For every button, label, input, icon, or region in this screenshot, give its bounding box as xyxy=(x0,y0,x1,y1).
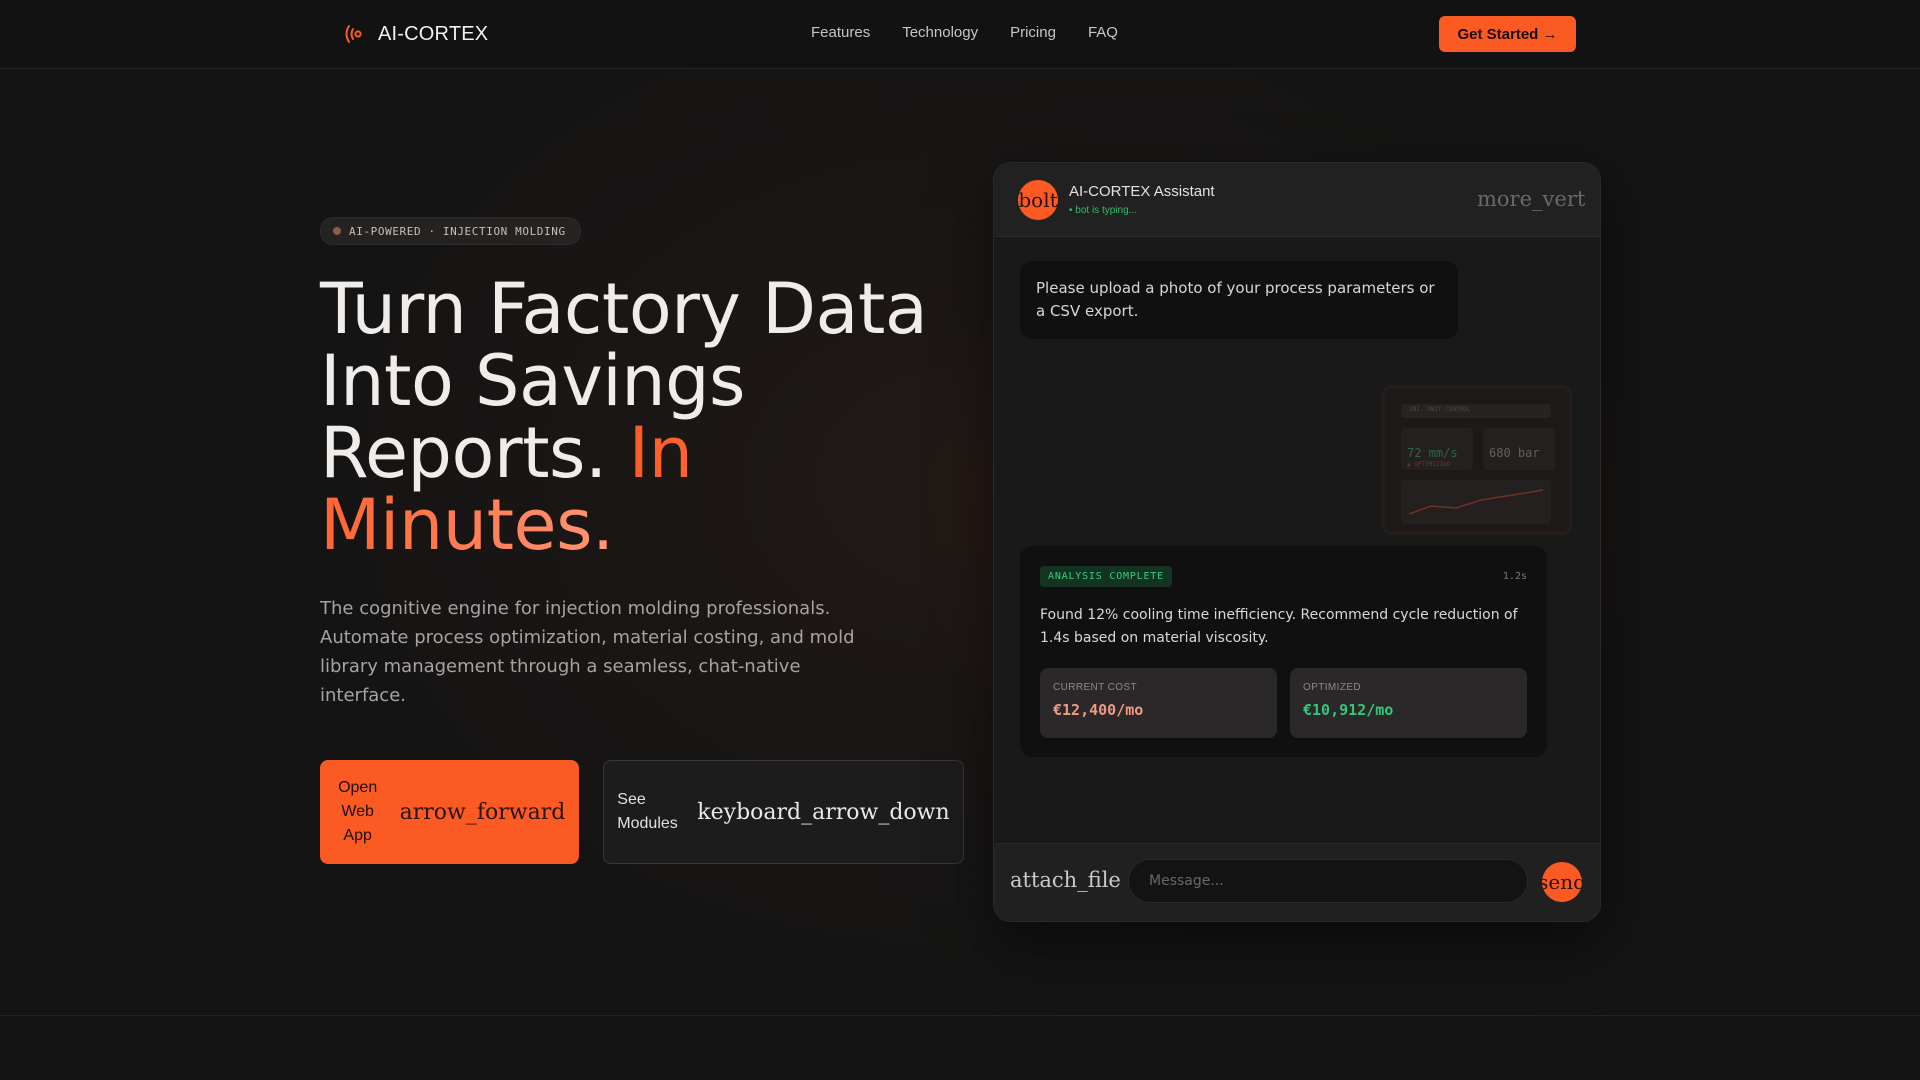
see-modules-label: See Modules xyxy=(617,791,678,832)
typing-status: • bot is typing... xyxy=(1069,205,1137,216)
brand-logo[interactable]: AI-CORTEX xyxy=(342,22,488,46)
get-started-button[interactable]: Get Started → xyxy=(1439,16,1576,52)
badge-text: AI-POWERED · INJECTION MOLDING xyxy=(349,224,566,238)
bot-message: Please upload a photo of your process pa… xyxy=(1020,261,1458,339)
optimized-cost-value: €10,912/mo xyxy=(1303,701,1394,719)
see-modules-button[interactable]: See Modules keyboard_arrow_down xyxy=(603,760,964,864)
thumb-chart-line-icon xyxy=(1408,489,1544,515)
section-divider xyxy=(0,1015,1920,1016)
current-cost-card: CURRENT COST €12,400/mo xyxy=(1040,668,1277,738)
chat-preview-card: bolt AI-CORTEX Assistant • bot is typing… xyxy=(993,162,1601,922)
broadcast-signal-icon xyxy=(345,25,362,43)
nav-link-faq[interactable]: FAQ xyxy=(1088,24,1118,41)
thumb-pressure-value: 680 bar xyxy=(1489,446,1540,460)
bolt-icon: bolt xyxy=(1018,180,1058,220)
hero-title: Turn Factory Data Into Savings Reports. … xyxy=(320,273,980,561)
attach-file-icon[interactable]: attach_file xyxy=(1010,868,1121,892)
thumb-speed-status: ▲ OPTIMIZING xyxy=(1407,461,1451,468)
thumb-header-text: INJ. UNIT CONTROL xyxy=(1409,406,1471,413)
message-input[interactable] xyxy=(1128,859,1528,903)
optimized-cost-card: OPTIMIZED €10,912/mo xyxy=(1290,668,1527,738)
thumb-line-chart xyxy=(1401,480,1551,524)
send-button[interactable]: send xyxy=(1542,862,1582,902)
thumb-speed-value: 72 mm/s xyxy=(1407,446,1458,460)
top-navbar: AI-CORTEX Features Technology Pricing FA… xyxy=(0,0,1920,69)
badge-dot-icon xyxy=(333,227,341,235)
open-web-app-button[interactable]: Open Web App arrow_forward xyxy=(320,760,579,864)
analysis-status-badge: ANALYSIS COMPLETE xyxy=(1040,566,1172,587)
nav-link-technology[interactable]: Technology xyxy=(902,24,978,41)
arrow-forward-icon: arrow_forward xyxy=(399,799,566,825)
nav-links: Features Technology Pricing FAQ xyxy=(811,24,1118,41)
nav-link-pricing[interactable]: Pricing xyxy=(1010,24,1056,41)
hero-badge: AI-POWERED · INJECTION MOLDING xyxy=(320,217,581,245)
brand-name: AI-CORTEX xyxy=(378,22,489,45)
uploaded-image-thumbnail[interactable]: INJ. UNIT CONTROL 72 mm/s ▲ OPTIMIZING 6… xyxy=(1382,385,1572,535)
keyboard-arrow-down-icon: keyboard_arrow_down xyxy=(697,799,950,825)
analysis-result-card: ANALYSIS COMPLETE 1.2s Found 12% cooling… xyxy=(1020,546,1547,757)
hero-title-main: Turn Factory Data Into Savings Reports. xyxy=(320,268,928,494)
analysis-finding: Found 12% cooling time inefficiency. Rec… xyxy=(1040,607,1518,646)
optimized-cost-label: OPTIMIZED xyxy=(1303,682,1362,693)
chat-header: bolt AI-CORTEX Assistant • bot is typing… xyxy=(994,163,1600,237)
current-cost-label: CURRENT COST xyxy=(1053,682,1138,693)
assistant-name: AI-CORTEX Assistant xyxy=(1069,183,1215,200)
nav-link-features[interactable]: Features xyxy=(811,24,870,41)
more-vert-icon[interactable]: more_vert xyxy=(1477,187,1585,211)
hero-subtitle: The cognitive engine for injection moldi… xyxy=(320,598,855,706)
current-cost-value: €12,400/mo xyxy=(1053,701,1144,719)
analysis-duration: 1.2s xyxy=(1502,571,1527,582)
chat-composer: attach_file send xyxy=(994,843,1600,921)
open-web-app-label: Open Web App xyxy=(338,779,378,844)
